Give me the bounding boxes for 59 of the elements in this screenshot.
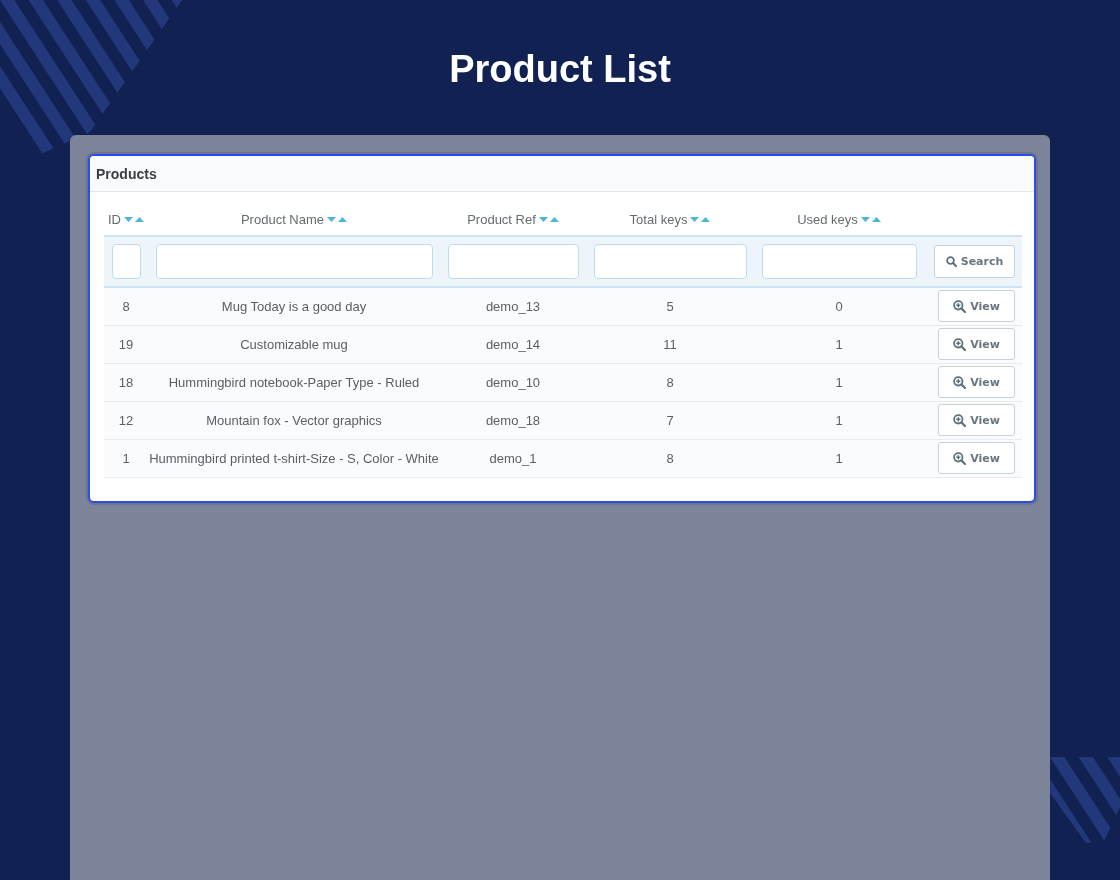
column-header: Total keys xyxy=(629,212,688,227)
table-cell: demo_18 xyxy=(485,412,541,428)
table-cell: 11 xyxy=(663,336,677,352)
sort-ascending-icon[interactable] xyxy=(871,217,881,222)
table-cell: 1 xyxy=(122,450,130,466)
table-cell: 18 xyxy=(118,374,134,390)
zoom-in-icon xyxy=(953,375,967,389)
column-header: ID xyxy=(108,212,121,227)
sort-descending-icon[interactable] xyxy=(860,217,870,222)
filter-input[interactable] xyxy=(112,244,141,279)
table-cell: Customizable mug xyxy=(240,336,348,352)
sort-ascending-icon[interactable] xyxy=(338,217,348,222)
view-button[interactable]: View xyxy=(938,442,1015,474)
zoom-in-icon xyxy=(953,337,967,351)
card-title: Products xyxy=(96,165,157,182)
view-button[interactable]: View xyxy=(938,404,1015,436)
view-button[interactable]: View xyxy=(938,366,1015,398)
table-cell: demo_13 xyxy=(485,298,541,314)
zoom-in-icon xyxy=(953,451,967,465)
table-cell: demo_14 xyxy=(485,336,541,352)
table-cell: 1 xyxy=(835,336,843,352)
table-cell: 12 xyxy=(118,412,134,428)
sort-ascending-icon[interactable] xyxy=(549,217,559,222)
sort-ascending-icon[interactable] xyxy=(701,217,711,222)
table-cell: demo_10 xyxy=(485,374,541,390)
view-button[interactable]: View xyxy=(938,328,1015,360)
column-header: Used keys xyxy=(797,212,858,227)
search-button[interactable]: Search xyxy=(934,245,1015,278)
filter-input[interactable] xyxy=(448,244,579,279)
filter-input[interactable] xyxy=(594,244,747,279)
table-cell: 1 xyxy=(835,412,843,428)
table-cell: 0 xyxy=(835,298,843,314)
table-cell: Hummingbird printed t-shirt-Size - S, Color - White xyxy=(149,450,439,466)
sort-descending-icon[interactable] xyxy=(538,217,548,222)
table-cell: Mountain fox - Vector graphics xyxy=(206,412,382,428)
table-cell: 5 xyxy=(666,298,674,314)
table-cell: 8 xyxy=(122,298,130,314)
column-header: Product Name xyxy=(240,212,325,227)
zoom-in-icon xyxy=(953,299,967,313)
view-button[interactable]: View xyxy=(938,290,1015,323)
sort-descending-icon[interactable] xyxy=(327,217,337,222)
zoom-in-icon xyxy=(953,413,967,427)
filter-input[interactable] xyxy=(762,244,917,279)
filter-input[interactable] xyxy=(156,244,433,279)
column-header: Product Ref xyxy=(467,212,536,227)
search-icon xyxy=(945,256,957,267)
sort-descending-icon[interactable] xyxy=(124,217,133,222)
sort-descending-icon[interactable] xyxy=(690,217,700,222)
table-cell: demo_1 xyxy=(489,450,537,466)
table-cell: 8 xyxy=(666,450,674,466)
table-cell: 7 xyxy=(666,412,674,428)
sort-ascending-icon[interactable] xyxy=(135,217,144,222)
table-cell: 1 xyxy=(835,374,843,390)
page-title: Product List xyxy=(449,47,671,92)
table-cell: 8 xyxy=(666,374,674,390)
table-cell: Mug Today is a good day xyxy=(221,298,367,314)
table-cell: 1 xyxy=(835,450,843,466)
table-cell: 19 xyxy=(118,336,134,352)
table-cell: Hummingbird notebook-Paper Type - Ruled xyxy=(168,374,420,390)
